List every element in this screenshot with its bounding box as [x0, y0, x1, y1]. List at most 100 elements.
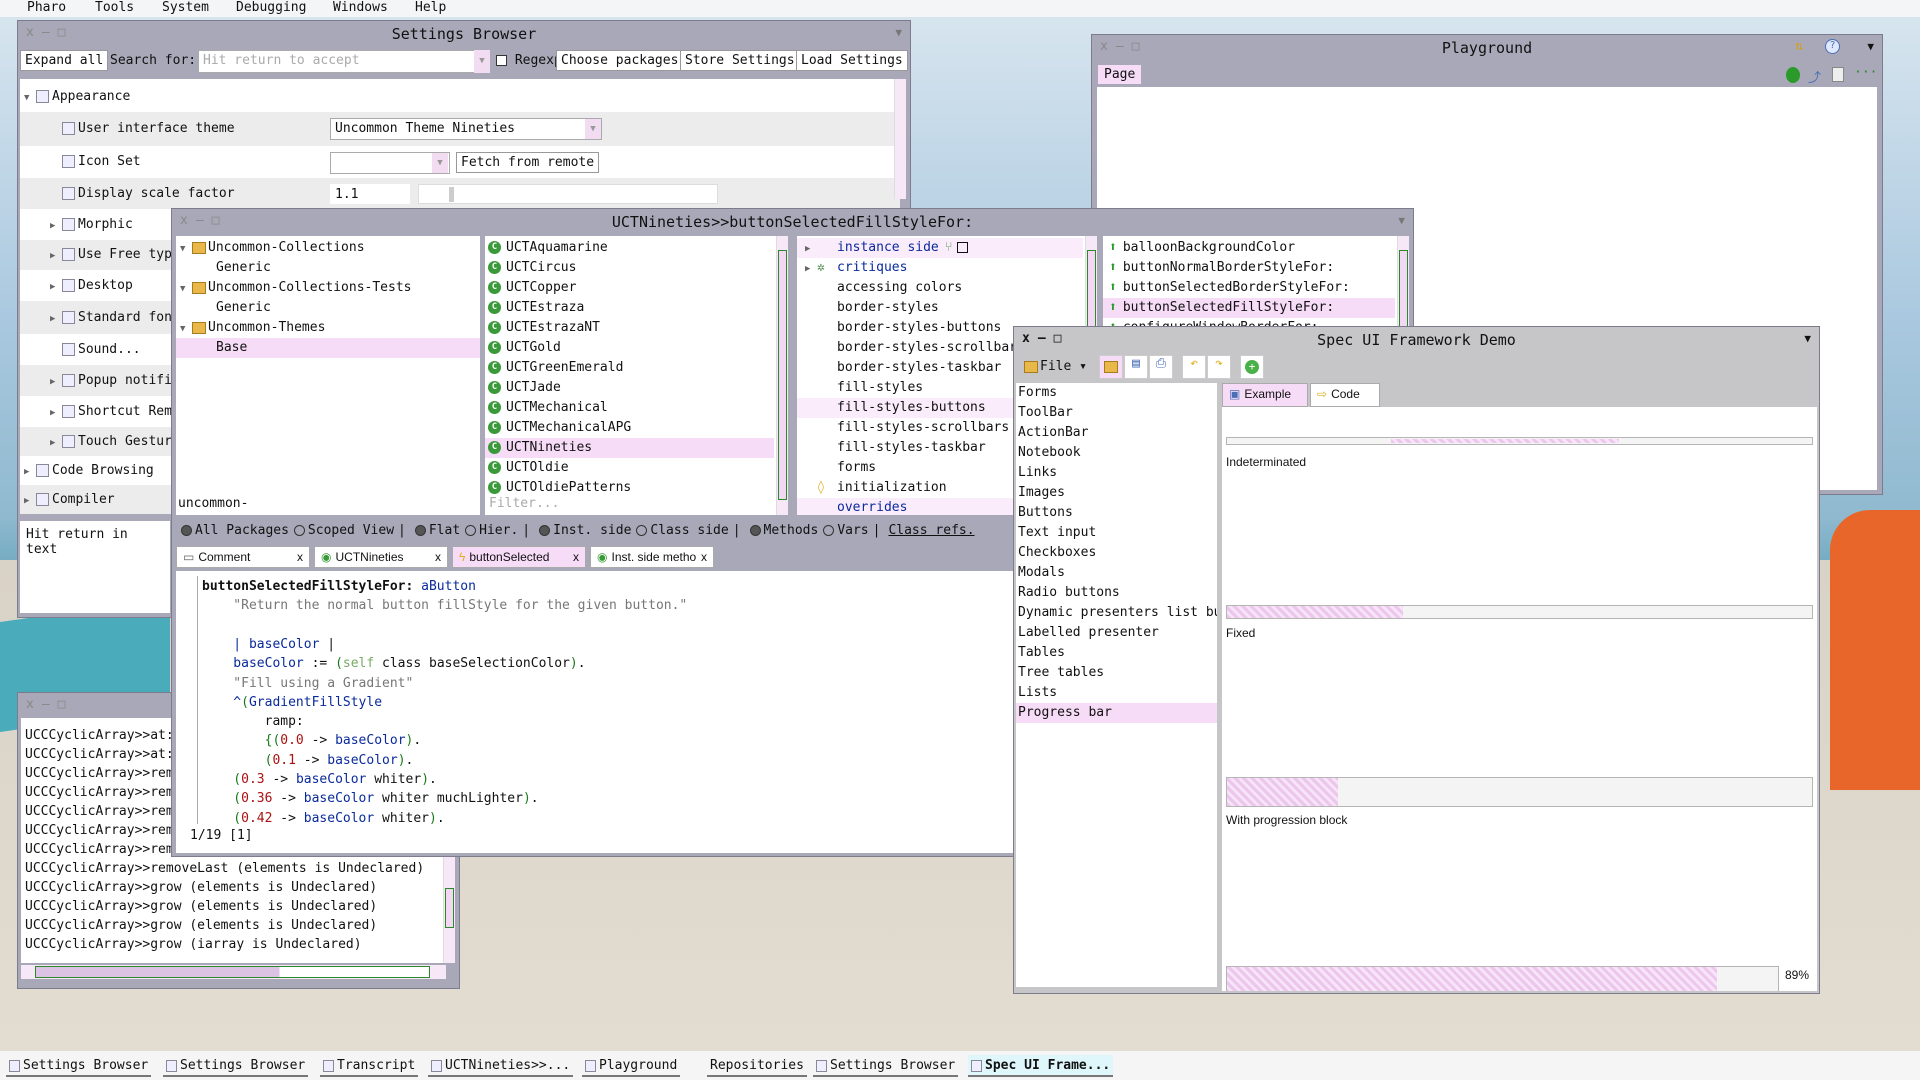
class-item[interactable]: C UCTOldie: [485, 458, 774, 478]
radio-hier-[interactable]: Hier.: [460, 523, 518, 538]
menu-tools[interactable]: Tools: [95, 0, 134, 15]
minimize-icon[interactable]: –: [1116, 39, 1124, 54]
fetch-from-remote-button[interactable]: Fetch from remote: [456, 152, 600, 173]
window-menu-icon[interactable]: ▼: [1398, 214, 1405, 227]
expander-triangle-icon[interactable]: ▶: [50, 211, 62, 242]
maximize-icon[interactable]: □: [212, 213, 220, 228]
store-settings-button[interactable]: Store Settings: [680, 50, 800, 71]
inspect-icon[interactable]: ⤴: [1808, 67, 1821, 86]
demo-list-item[interactable]: Links: [1016, 463, 1217, 483]
taskbar-item[interactable]: Settings Browser: [6, 1055, 152, 1077]
radio-button[interactable]: [823, 525, 835, 536]
dropdown-arrow-icon[interactable]: ▼: [585, 119, 601, 139]
title-bar[interactable]: UCTNineties>>buttonSelectedFillStyleFor:: [172, 209, 1413, 234]
class-item[interactable]: C UCTGold: [485, 338, 774, 358]
taskbar-item[interactable]: Transcript: [320, 1055, 419, 1077]
demo-list-item[interactable]: Images: [1016, 483, 1217, 503]
class-item[interactable]: C UCTCopper: [485, 278, 774, 298]
regexp-checkbox[interactable]: Regexp: [496, 53, 562, 68]
demo-list-item[interactable]: ToolBar: [1016, 403, 1217, 423]
code-tab[interactable]: ϟ buttonSelected x: [452, 546, 586, 568]
add-button[interactable]: +: [1240, 355, 1264, 379]
settings-tree-row[interactable]: ▼ Appearance: [20, 82, 900, 112]
package-item[interactable]: Generic: [176, 298, 480, 318]
demo-list-item[interactable]: Radio buttons: [1016, 583, 1217, 603]
menu-windows[interactable]: Windows: [333, 0, 388, 15]
demo-tab-example[interactable]: ▣ Example: [1222, 383, 1308, 407]
maximize-icon[interactable]: □: [1054, 331, 1062, 346]
tab-page[interactable]: Page: [1098, 65, 1142, 84]
protocol-item[interactable]: border-styles: [797, 298, 1083, 318]
demo-list-item[interactable]: Lists: [1016, 683, 1217, 703]
menu-help[interactable]: Help: [415, 0, 446, 15]
undo-button[interactable]: ↶: [1182, 355, 1206, 379]
menu-debugging[interactable]: Debugging: [236, 0, 306, 15]
demo-list[interactable]: Forms ToolBar ActionBar Notebook Links Images…: [1016, 383, 1217, 987]
minimize-icon[interactable]: –: [196, 213, 204, 228]
close-icon[interactable]: x: [26, 25, 34, 40]
expander-triangle-icon[interactable]: ▼: [24, 83, 36, 113]
package-list[interactable]: ▼ Uncommon-Collections Generic ▼ Uncommon-Co…: [176, 236, 480, 515]
expander-triangle-icon[interactable]: ▼: [180, 279, 192, 299]
protocol-item[interactable]: ▶ instance side ⑂: [797, 238, 1083, 258]
radio-vars[interactable]: Vars: [818, 523, 869, 538]
class-list[interactable]: C UCTAquamarine C UCTCircus C UCTCopper C UCTEs…: [485, 236, 788, 515]
scale-slider[interactable]: [418, 184, 718, 204]
code-tab[interactable]: ◉ Inst. side metho x: [590, 546, 714, 568]
package-item[interactable]: ▼ Uncommon-Collections-Tests: [176, 278, 480, 298]
package-item[interactable]: ▼ Uncommon-Collections: [176, 238, 480, 258]
expander-triangle-icon[interactable]: ▶: [50, 303, 62, 336]
redo-button[interactable]: ↷: [1207, 355, 1231, 379]
save-button[interactable]: ▤: [1124, 355, 1148, 379]
expander-triangle-icon[interactable]: ▶: [805, 239, 817, 259]
minimize-icon[interactable]: –: [1038, 331, 1046, 346]
choose-packages-button[interactable]: Choose packages: [556, 50, 684, 71]
demo-list-item[interactable]: Tree tables: [1016, 663, 1217, 683]
class-item[interactable]: C UCTNineties: [485, 438, 774, 458]
method-item[interactable]: ⬆ buttonSelectedFillStyleFor:: [1103, 298, 1395, 318]
expander-triangle-icon[interactable]: ▼: [180, 239, 192, 259]
close-tab-icon[interactable]: x: [297, 547, 303, 567]
expander-triangle-icon[interactable]: ▶: [24, 487, 36, 514]
open-button[interactable]: [1099, 355, 1123, 379]
scrollbar-thumb[interactable]: [778, 250, 787, 500]
page-icon[interactable]: [1832, 67, 1844, 82]
scale-factor-input[interactable]: 1.1: [330, 184, 410, 204]
class-item[interactable]: C UCTCircus: [485, 258, 774, 278]
maximize-icon[interactable]: □: [1132, 39, 1140, 54]
radio-button[interactable]: [293, 525, 305, 536]
maximize-icon[interactable]: □: [58, 697, 66, 712]
close-tab-icon[interactable]: x: [701, 547, 707, 567]
class-item[interactable]: C UCTMechanical: [485, 398, 774, 418]
taskbar-item[interactable]: Settings Browser: [813, 1055, 959, 1077]
radio-button[interactable]: [414, 525, 426, 536]
expander-triangle-icon[interactable]: ▶: [24, 458, 36, 487]
taskbar-item[interactable]: Playground: [582, 1055, 681, 1077]
method-item[interactable]: ⬆ buttonNormalBorderStyleFor:: [1103, 258, 1395, 278]
title-bar[interactable]: Spec UI Framework Demo: [1014, 327, 1819, 352]
menu-system[interactable]: System: [162, 0, 209, 15]
expand-all-button[interactable]: Expand all: [20, 50, 109, 71]
taskbar-item[interactable]: UCTNineties>>...: [428, 1055, 574, 1077]
class-filter-input[interactable]: Filter...: [489, 496, 559, 511]
search-dropdown-icon[interactable]: ▼: [474, 50, 490, 73]
close-icon[interactable]: x: [1100, 39, 1108, 54]
expander-triangle-icon[interactable]: ▶: [50, 367, 62, 398]
close-icon[interactable]: x: [26, 697, 34, 712]
class-item[interactable]: C UCTGreenEmerald: [485, 358, 774, 378]
demo-tab-code[interactable]: ⇨ Code: [1310, 383, 1380, 407]
taskbar-item[interactable]: Spec UI Frame...: [968, 1055, 1114, 1077]
expander-triangle-icon[interactable]: ▶: [50, 241, 62, 271]
class-item[interactable]: C UCTJade: [485, 378, 774, 398]
close-tab-icon[interactable]: x: [435, 547, 441, 567]
demo-list-item[interactable]: Text input: [1016, 523, 1217, 543]
demo-list-item[interactable]: Notebook: [1016, 443, 1217, 463]
title-bar[interactable]: Settings Browser: [18, 21, 910, 46]
radio-button[interactable]: [539, 525, 551, 536]
settings-scrollbar[interactable]: [894, 79, 906, 199]
demo-list-item[interactable]: Labelled presenter: [1016, 623, 1217, 643]
expander-triangle-icon[interactable]: ▶: [805, 259, 817, 279]
theme-dropdown[interactable]: Uncommon Theme Nineties: [330, 118, 602, 140]
code-tab[interactable]: ▭ Comment x: [176, 546, 310, 568]
radio-all-packages[interactable]: All Packages: [176, 523, 289, 538]
